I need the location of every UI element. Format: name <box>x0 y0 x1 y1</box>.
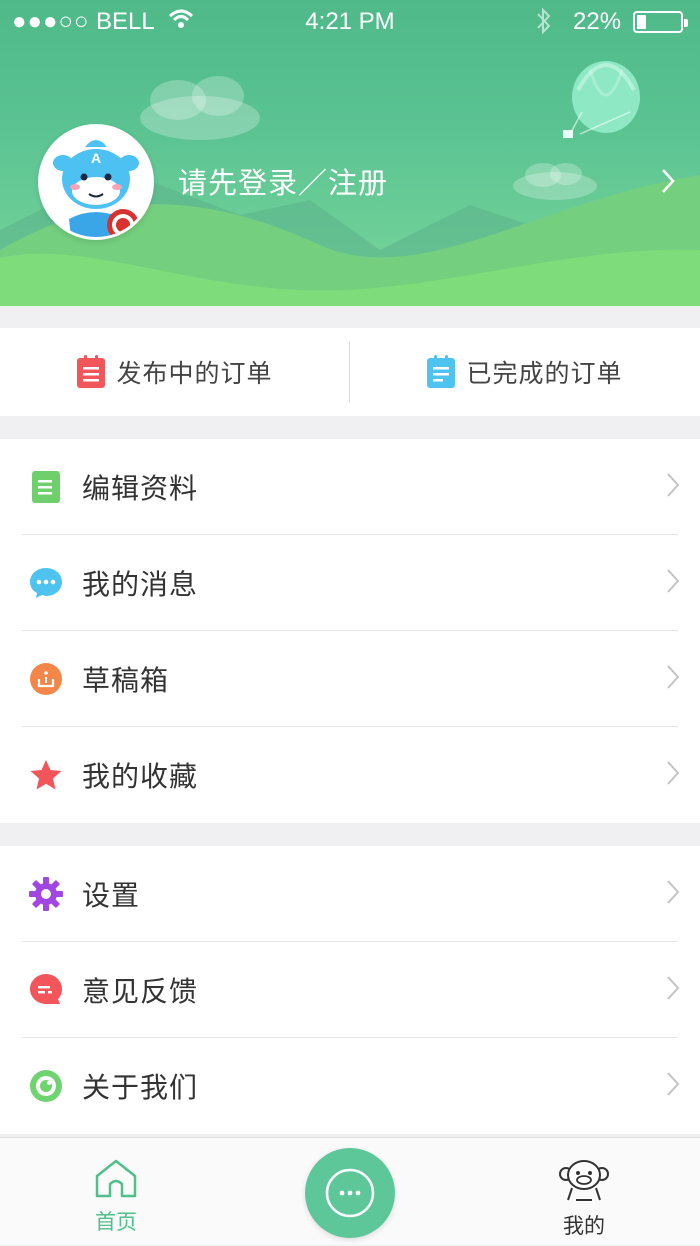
chevron-right-icon <box>666 1071 680 1101</box>
tab-mine[interactable]: 我的 <box>524 1138 644 1246</box>
menu-item-about-us[interactable]: 关于我们 <box>0 1038 700 1134</box>
profile-header: ●●●○○ BELL 4:21 PM 22% A 请先登录／注册 <box>0 0 700 306</box>
chevron-right-icon[interactable] <box>660 168 676 198</box>
battery-icon <box>633 11 688 33</box>
status-bar: ●●●○○ BELL 4:21 PM 22% <box>0 0 700 44</box>
menu-item-my-messages[interactable]: 我的消息 <box>0 535 700 631</box>
center-action-button[interactable] <box>305 1148 395 1238</box>
star-icon <box>28 757 64 793</box>
publishing-orders-button[interactable]: 发布中的订单 <box>0 328 349 416</box>
chevron-right-icon <box>666 879 680 909</box>
menu-item-favorites[interactable]: 我的收藏 <box>0 727 700 823</box>
monkey-profile-icon <box>558 1158 610 1206</box>
menu-item-feedback[interactable]: 意见反馈 <box>0 942 700 1038</box>
login-register-link[interactable]: 请先登录／注册 <box>178 160 388 202</box>
home-icon <box>94 1158 138 1202</box>
svg-text:A: A <box>91 150 101 166</box>
menu-item-drafts[interactable]: 草稿箱 <box>0 631 700 727</box>
menu-item-label: 关于我们 <box>82 1071 199 1104</box>
publishing-orders-label: 发布中的订单 <box>116 359 273 388</box>
document-icon <box>28 469 64 505</box>
tab-home-label: 首页 <box>95 1210 137 1234</box>
battery-percentage: 22% <box>573 8 622 35</box>
chevron-right-icon <box>666 568 680 598</box>
more-icon <box>325 1168 375 1218</box>
completed-orders-button[interactable]: 已完成的订单 <box>350 328 699 416</box>
menu-item-label: 我的消息 <box>82 568 199 601</box>
completed-orders-label: 已完成的订单 <box>466 359 623 388</box>
menu-item-edit-profile[interactable]: 编辑资料 <box>0 439 700 535</box>
clipboard-icon <box>426 355 456 389</box>
mascot-avatar-icon: A <box>41 127 151 237</box>
balloon-icon <box>563 61 640 138</box>
menu-item-label: 草稿箱 <box>82 664 170 697</box>
chevron-right-icon <box>666 975 680 1005</box>
tab-home[interactable]: 首页 <box>56 1138 176 1246</box>
menu-item-label: 我的收藏 <box>82 760 199 793</box>
menu-group-settings: 设置 意见反馈 关于我们 <box>0 846 700 1134</box>
clipboard-icon <box>76 355 106 389</box>
menu-group-profile: 编辑资料 我的消息 草稿箱 我的收藏 <box>0 439 700 823</box>
bottom-tab-bar: 首页 我的 <box>0 1137 700 1245</box>
message-icon <box>28 565 64 601</box>
menu-item-settings[interactable]: 设置 <box>0 846 700 942</box>
feedback-icon <box>28 972 64 1008</box>
gear-icon <box>28 876 64 912</box>
menu-item-label: 意见反馈 <box>82 975 199 1008</box>
chevron-right-icon <box>666 664 680 694</box>
avatar[interactable]: A <box>38 124 154 240</box>
menu-item-label: 设置 <box>82 879 141 912</box>
tab-mine-label: 我的 <box>563 1214 605 1238</box>
menu-item-label: 编辑资料 <box>82 472 199 505</box>
chevron-right-icon <box>666 760 680 790</box>
chevron-right-icon <box>666 472 680 502</box>
drafts-icon <box>28 661 64 697</box>
bluetooth-icon <box>534 6 554 43</box>
orders-panel: 发布中的订单 已完成的订单 <box>0 328 700 416</box>
eye-icon <box>28 1068 64 1104</box>
